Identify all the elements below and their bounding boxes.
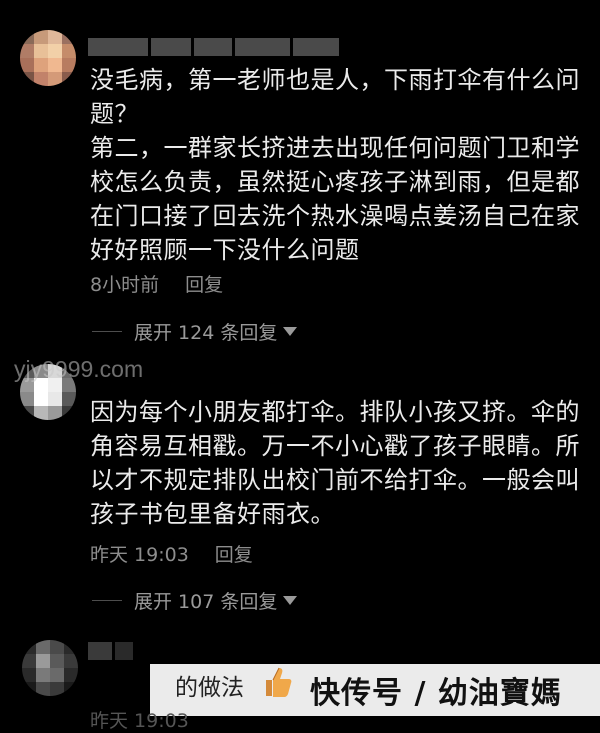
watermark-url: yjy9999.com: [14, 356, 144, 382]
expand-replies-button[interactable]: 展开 124 条回复: [92, 318, 298, 345]
chevron-down-icon: [283, 327, 298, 336]
chevron-down-icon: [283, 596, 298, 605]
comment-text: 没毛病，第一老师也是人，下雨打伞有什么问 题？ 第二，一群家长挤进去出现任何问题…: [90, 69, 580, 266]
comment-meta: 8小时前 回复: [90, 270, 223, 297]
avatar[interactable]: [20, 30, 76, 86]
username-masked[interactable]: [88, 642, 133, 660]
reply-button[interactable]: 回复: [185, 270, 223, 297]
comment-text-partial: 的做法: [175, 675, 244, 701]
comment-text: 因为每个小朋友都打伞。排队小孩又挤。伞的 角容易互相戳。万一不小心戳了孩子眼睛。…: [90, 401, 580, 530]
reply-button[interactable]: 回复: [215, 540, 253, 567]
expand-replies-label: 展开 107 条回复: [134, 591, 278, 613]
divider-line: [92, 600, 122, 601]
source-watermark: 快传号 / 幼油寶媽: [310, 676, 562, 711]
expand-replies-button[interactable]: 展开 107 条回复: [92, 587, 298, 614]
avatar[interactable]: [22, 640, 78, 696]
expand-replies-label: 展开 124 条回复: [134, 322, 278, 344]
username-masked[interactable]: [88, 38, 339, 56]
comment-time: 8小时前: [90, 274, 160, 296]
divider-line: [92, 331, 122, 332]
comment-time: 昨天 19:03: [90, 544, 189, 566]
comment-meta: 昨天 19:03 回复: [90, 540, 253, 567]
comment-time-partial: 昨天 19:03: [90, 710, 189, 732]
thumbs-up-icon: [266, 667, 292, 697]
